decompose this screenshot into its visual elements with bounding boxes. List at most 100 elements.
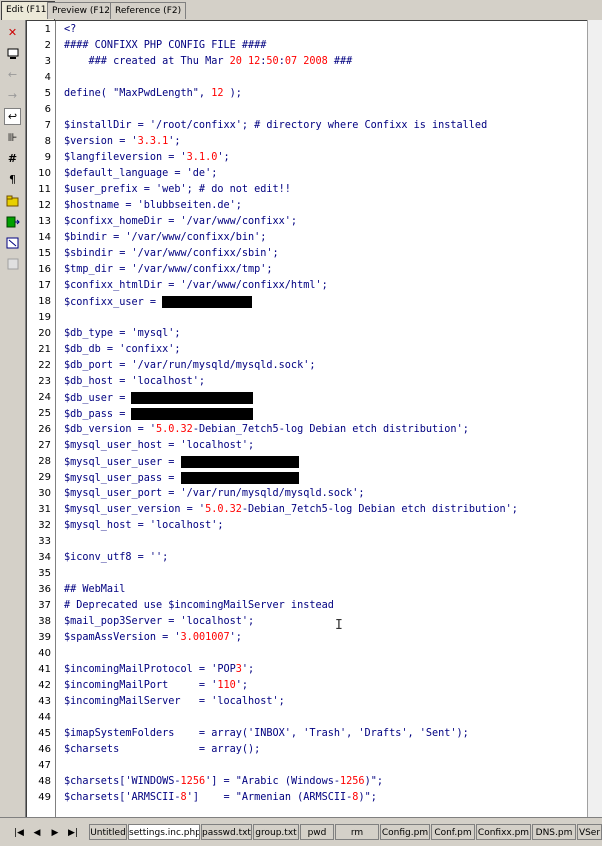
line-number: 22 (38, 360, 51, 371)
code-line: $db_user = (64, 392, 254, 404)
blank-icon[interactable] (4, 255, 21, 272)
file-tab-conf-pm[interactable]: Conf.pm (431, 824, 475, 840)
code-line: $charsets['ARMSCII-8'] = "Armenian (ARMS… (64, 792, 377, 803)
line-number: 42 (38, 680, 51, 691)
mode-tab-bar: Edit (F11) Preview (F12) Reference (F2) (0, 0, 602, 21)
code-line: ## WebMail (64, 584, 126, 595)
line-number: 19 (38, 312, 51, 323)
code-line: $db_db = 'confixx'; (64, 344, 181, 355)
back-arrow-icon[interactable]: ← (4, 66, 21, 83)
code-line: $imapSystemFolders = array('INBOX', 'Tra… (64, 728, 469, 739)
file-tab-vser[interactable]: VSer (577, 824, 602, 840)
code-line: $incomingMailServer = 'localhost'; (64, 696, 285, 707)
code-line: ### created at Thu Mar 20 12:50:07 2008 … (64, 56, 353, 67)
redaction-box (162, 296, 253, 308)
code-line: $mysql_user_pass = (64, 472, 299, 484)
file-tab-dns-pm[interactable]: DNS.pm (532, 824, 576, 840)
line-number: 16 (38, 264, 51, 275)
line-number: 4 (44, 72, 51, 83)
line-number: 33 (38, 536, 51, 547)
line-number: 27 (38, 440, 51, 451)
code-line: $mysql_user_host = 'localhost'; (64, 440, 255, 451)
line-number: 31 (38, 504, 51, 515)
code-line: $db_pass = (64, 408, 254, 420)
left-toolbar: ✕ ← → ↩ ⊪ # ¶ (0, 20, 26, 817)
line-number: 48 (38, 776, 51, 787)
word-wrap-icon[interactable]: ↩ (4, 108, 21, 125)
first-tab-button[interactable]: |◀ (11, 826, 27, 840)
file-tab-config-pm[interactable]: Config.pm (380, 824, 430, 840)
line-number: 46 (38, 744, 51, 755)
tab-reference[interactable]: Reference (F2) (110, 2, 187, 19)
monitor-icon[interactable] (4, 45, 21, 62)
folder-icon[interactable] (4, 192, 21, 209)
file-tab-bar: |◀ ◀ ▶ ▶| Untitled settings.inc.php pass… (0, 817, 602, 846)
line-number: 11 (38, 184, 51, 195)
line-number: 2 (44, 40, 51, 51)
line-number: 9 (44, 152, 51, 163)
line-number: 26 (38, 424, 51, 435)
code-editor[interactable]: 1 2 3 4 5 6 7 8 9 10 11 12 13 14 15 16 17 18 19 20 21 22 23 24 2… (26, 20, 587, 818)
tab-preview[interactable]: Preview (F12) (47, 2, 119, 19)
line-number: 44 (38, 712, 51, 723)
file-tab-rm[interactable]: rm (335, 824, 379, 840)
line-number: 41 (38, 664, 51, 675)
code-line: $mysql_host = 'localhost'; (64, 520, 224, 531)
code-line: $mysql_user_version = '5.0.32-Debian_7et… (64, 504, 518, 515)
code-line: $confixx_htmlDir = '/var/www/confixx/htm… (64, 280, 328, 291)
line-number: 28 (38, 456, 51, 467)
code-line: $user_prefix = 'web'; # do not edit!! (64, 184, 291, 195)
line-number: 45 (38, 728, 51, 739)
line-number-gutter: 1 2 3 4 5 6 7 8 9 10 11 12 13 14 15 16 17 18 19 20 21 22 23 24 2… (27, 21, 56, 818)
text-cursor-icon: I (335, 618, 343, 633)
hash-icon[interactable]: # (4, 150, 21, 167)
line-number: 35 (38, 568, 51, 579)
line-number: 1 (44, 24, 51, 35)
line-number: 39 (38, 632, 51, 643)
file-tab-passwd[interactable]: passwd.txt (201, 824, 252, 840)
code-line: $db_host = 'localhost'; (64, 376, 206, 387)
redaction-box (131, 408, 254, 420)
code-line: #### CONFIXX PHP CONFIG FILE #### (64, 40, 267, 51)
file-tab-untitled[interactable]: Untitled (89, 824, 127, 840)
line-number: 43 (38, 696, 51, 707)
close-icon[interactable]: ✕ (4, 24, 21, 41)
code-line: $iconv_utf8 = ''; (64, 552, 169, 563)
insert-icon[interactable]: ⊪ (4, 129, 21, 146)
code-line: $bindir = '/var/www/confixx/bin'; (64, 232, 267, 243)
line-number: 14 (38, 232, 51, 243)
code-line: $mysql_user_user = (64, 456, 299, 468)
paragraph-icon[interactable]: ¶ (4, 171, 21, 188)
redaction-box (180, 472, 299, 484)
next-tab-button[interactable]: ▶ (47, 826, 63, 840)
line-number: 20 (38, 328, 51, 339)
line-number: 32 (38, 520, 51, 531)
last-tab-button[interactable]: ▶| (65, 826, 81, 840)
file-tab-group[interactable]: group.txt (253, 824, 299, 840)
code-line: $hostname = 'blubbseiten.de'; (64, 200, 242, 211)
code-line: $confixx_homeDir = '/var/www/confixx'; (64, 216, 298, 227)
code-line: $spamAssVersion = '3.001007'; (64, 632, 242, 643)
line-number: 15 (38, 248, 51, 259)
code-line: $version = '3.3.1'; (64, 136, 181, 147)
line-number: 17 (38, 280, 51, 291)
line-number: 5 (44, 88, 51, 99)
vertical-scrollbar[interactable] (587, 20, 602, 817)
code-line: $db_type = 'mysql'; (64, 328, 181, 339)
code-area[interactable]: <? #### CONFIXX PHP CONFIG FILE #### ###… (64, 21, 587, 818)
code-line: $charsets['WINDOWS-1256'] = "Arabic (Win… (64, 776, 383, 787)
resize-icon[interactable] (4, 234, 21, 251)
code-line: <? (64, 24, 77, 35)
file-tab-pwd[interactable]: pwd (300, 824, 334, 840)
line-number: 12 (38, 200, 51, 211)
forward-arrow-icon[interactable]: → (4, 87, 21, 104)
code-line: $incomingMailProtocol = 'POP3'; (64, 664, 255, 675)
file-tab-confixx-pm[interactable]: Confixx.pm (476, 824, 531, 840)
save-as-icon[interactable] (4, 213, 21, 230)
prev-tab-button[interactable]: ◀ (29, 826, 45, 840)
code-line: $installDir = '/root/confixx'; # directo… (64, 120, 488, 131)
line-number: 47 (38, 760, 51, 771)
code-line: $db_version = '5.0.32-Debian_7etch5-log … (64, 424, 469, 435)
file-tab-settings[interactable]: settings.inc.php (128, 824, 200, 840)
line-number: 36 (38, 584, 51, 595)
